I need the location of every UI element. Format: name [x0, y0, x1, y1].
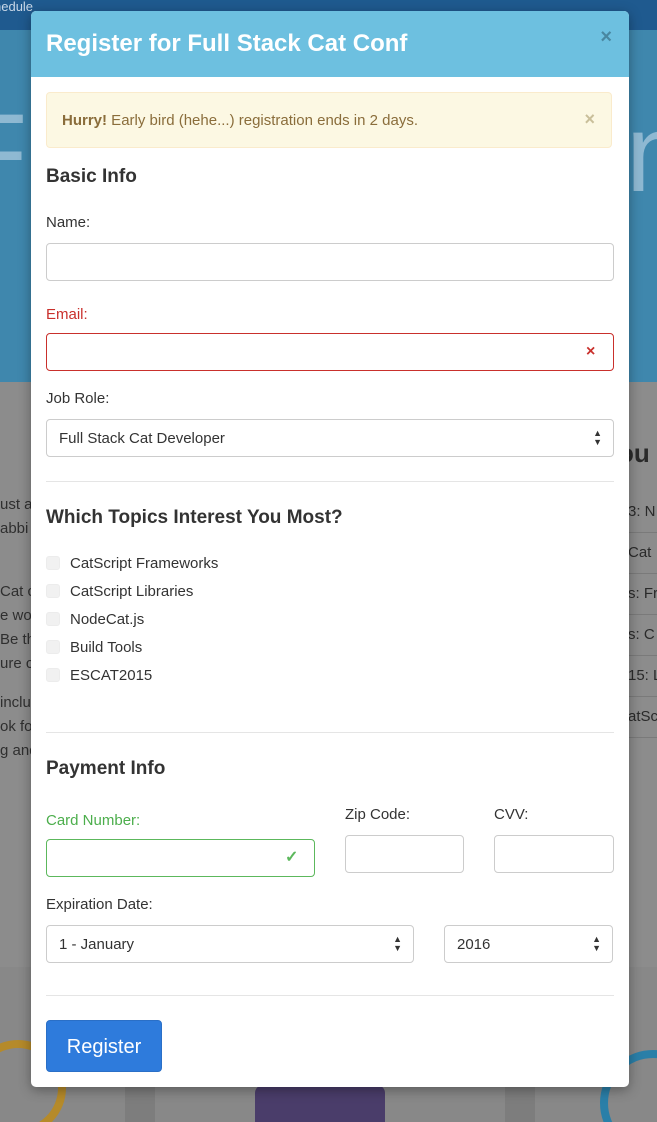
- background-right-list: 3: N Cat s: Fr s: C 15: L atSc: [628, 492, 657, 738]
- section-divider: [46, 481, 614, 482]
- background-right-item: s: C: [628, 615, 657, 656]
- alert-close-button[interactable]: ×: [584, 110, 595, 128]
- background-right-item: Cat: [628, 533, 657, 574]
- checkbox[interactable]: [46, 556, 60, 570]
- modal-title: Register for Full Stack Cat Conf: [46, 30, 408, 57]
- alert-body-text: Early bird (hehe...) registration ends i…: [107, 112, 419, 129]
- background-text-fragment: e wo: [0, 607, 32, 624]
- year-selected-value: 2016: [457, 936, 491, 953]
- job-role-select[interactable]: Full Stack Cat Developer ▲ ▼: [46, 419, 614, 457]
- background-topbar-text: nedule: [0, 0, 34, 14]
- background-text-fragment: Be th: [0, 631, 36, 648]
- section-divider: [46, 995, 614, 996]
- topics-heading: Which Topics Interest You Most?: [46, 507, 343, 528]
- zip-code-input[interactable]: [345, 835, 464, 873]
- background-text-fragment: ure c: [0, 655, 34, 672]
- checkbox[interactable]: [46, 584, 60, 598]
- modal-close-button[interactable]: ×: [600, 27, 612, 47]
- background-right-item: atSc: [628, 697, 657, 738]
- select-arrows-icon: ▲ ▼: [592, 934, 601, 953]
- select-arrows-icon: ▲ ▼: [393, 934, 402, 953]
- expiration-date-label: Expiration Date:: [46, 896, 153, 913]
- topic-label: CatScript Frameworks: [70, 555, 219, 572]
- alert-message: Hurry! Early bird (hehe...) registration…: [62, 112, 418, 130]
- background-illustration: [255, 1085, 385, 1122]
- background-right-item: s: Fr: [628, 574, 657, 615]
- zip-code-label: Zip Code:: [345, 806, 411, 823]
- job-role-label: Job Role:: [46, 390, 110, 407]
- background-text-fragment: ust a: [0, 496, 33, 513]
- background-text-fragment: inclu: [0, 694, 31, 711]
- background-hero-right-text: n: [626, 92, 657, 215]
- background-right-item: 15: L: [628, 656, 657, 697]
- email-input[interactable]: [46, 333, 614, 371]
- email-label: Email:: [46, 306, 88, 323]
- expiration-month-select[interactable]: 1 - January ▲ ▼: [46, 925, 414, 963]
- modal-header: Register for Full Stack Cat Conf ×: [31, 11, 629, 77]
- register-button[interactable]: Register: [46, 1020, 162, 1072]
- topic-label: ESCAT2015: [70, 667, 153, 684]
- job-role-selected-value: Full Stack Cat Developer: [59, 430, 225, 447]
- name-input[interactable]: [46, 243, 614, 281]
- error-x-icon: ×: [586, 343, 596, 360]
- month-selected-value: 1 - January: [59, 936, 135, 953]
- background-text-fragment: abbi: [0, 520, 29, 537]
- topic-label: CatScript Libraries: [70, 583, 194, 600]
- background-text-fragment: Cat c: [0, 583, 36, 600]
- cvv-label: CVV:: [494, 806, 529, 823]
- select-arrows-icon: ▲ ▼: [593, 428, 602, 447]
- checkbox[interactable]: [46, 668, 60, 682]
- cvv-input[interactable]: [494, 835, 614, 873]
- checkbox[interactable]: [46, 640, 60, 654]
- section-divider: [46, 732, 614, 733]
- name-label: Name:: [46, 214, 91, 231]
- background-right-item: 3: N: [628, 492, 657, 533]
- checkbox[interactable]: [46, 612, 60, 626]
- background-text-fragment: ok fo: [0, 718, 33, 735]
- topic-label: NodeCat.js: [70, 611, 145, 628]
- success-check-icon: ✓: [285, 849, 299, 866]
- card-number-label: Card Number:: [46, 812, 141, 829]
- registration-modal: Register for Full Stack Cat Conf × Hurry…: [31, 11, 629, 1087]
- basic-info-heading: Basic Info: [46, 166, 137, 187]
- early-bird-alert: Hurry! Early bird (hehe...) registration…: [46, 92, 612, 148]
- payment-info-heading: Payment Info: [46, 758, 166, 779]
- alert-strong-text: Hurry!: [62, 112, 108, 129]
- card-number-input[interactable]: [46, 839, 315, 877]
- topic-label: Build Tools: [70, 639, 143, 656]
- expiration-year-select[interactable]: 2016 ▲ ▼: [444, 925, 613, 963]
